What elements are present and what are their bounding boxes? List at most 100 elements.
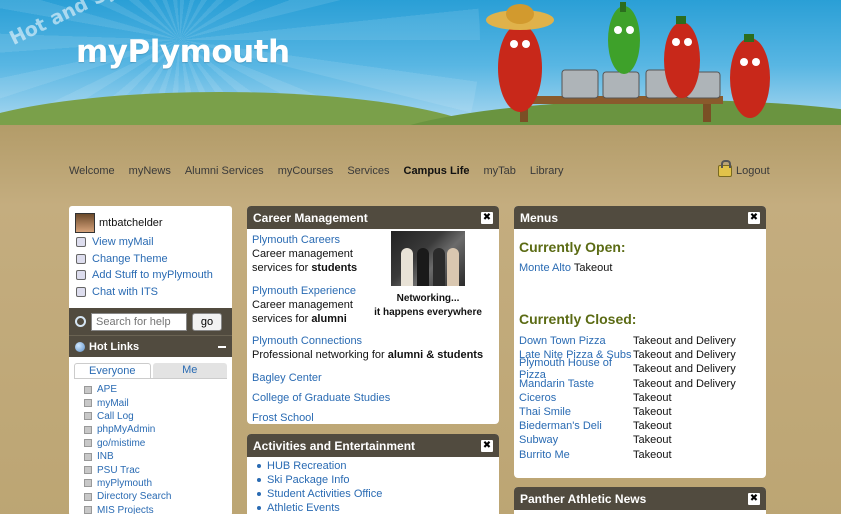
list-item: HUB Recreation — [257, 459, 499, 473]
restaurant-status: Takeout — [633, 420, 672, 433]
menu-row: Ciceros Takeout — [519, 391, 761, 405]
logout-link[interactable]: Logout — [718, 160, 770, 177]
career-item: Plymouth Connections Professional networ… — [252, 334, 494, 362]
tab-everyone[interactable]: Everyone — [74, 363, 151, 378]
college-of-graduate-studies-link[interactable]: College of Graduate Studies — [252, 392, 390, 404]
hot-link[interactable]: PSU Trac — [97, 465, 140, 476]
tab-me[interactable]: Me — [152, 363, 227, 378]
list-item: APE — [84, 383, 227, 396]
site-logo[interactable]: myPlymouth — [76, 34, 290, 70]
hot-link[interactable]: APE — [97, 384, 117, 395]
close-icon[interactable]: ✖ — [481, 439, 493, 452]
list-item: Call Log — [84, 410, 227, 423]
bagley-center-link[interactable]: Bagley Center — [252, 372, 322, 384]
nav-item-services[interactable]: Services — [347, 165, 389, 177]
menus-panel: Menus ✖ Currently Open: Monte Alto Takeo… — [514, 206, 766, 478]
activities-panel: Activities and Entertainment ✖ HUB Recre… — [247, 434, 499, 514]
nav-item-mytab[interactable]: myTab — [484, 165, 516, 177]
change-theme-link[interactable]: Change Theme — [92, 253, 168, 265]
hot-links-tabs: Everyone Me — [69, 357, 232, 378]
hot-link[interactable]: myMail — [97, 398, 129, 409]
nav-item-mycourses[interactable]: myCourses — [278, 165, 334, 177]
hot-link[interactable]: myPlymouth — [97, 478, 152, 489]
restaurant-link[interactable]: Mandarin Taste — [519, 378, 633, 390]
menu-row: Mandarin Taste Takeout and Delivery — [519, 377, 761, 391]
nav-item-library[interactable]: Library — [530, 165, 564, 177]
menu-row: Plymouth House of Pizza Takeout and Deliv… — [519, 357, 761, 381]
restaurant-link[interactable]: Thai Smile — [519, 406, 633, 418]
plymouth-connections-link[interactable]: Plymouth Connections — [252, 335, 362, 347]
nav-item-campus-life[interactable]: Campus Life — [404, 165, 470, 177]
open-heading: Currently Open: — [519, 239, 626, 255]
panel-header: Panther Athletic News ✖ — [514, 487, 766, 510]
hot-links-list: APE myMail Call Log phpMyAdmin go/mistim… — [74, 378, 227, 514]
close-icon[interactable]: ✖ — [748, 492, 760, 505]
menu-row: Thai Smile Takeout — [519, 405, 761, 419]
list-item: go/mistime — [84, 437, 227, 450]
restaurant-status: Takeout and Delivery — [633, 377, 736, 390]
restaurant-status: Takeout and Delivery — [633, 335, 736, 348]
list-item: Student Activities Office — [257, 487, 499, 501]
close-icon[interactable]: ✖ — [481, 211, 493, 224]
search-input[interactable] — [91, 312, 187, 331]
restaurant-link[interactable]: Burrito Me — [519, 449, 633, 461]
hot-link[interactable]: go/mistime — [97, 438, 145, 449]
restaurant-status: Takeout and Delivery — [633, 363, 736, 376]
list-item: Ski Package Info — [257, 473, 499, 487]
frost-school-link[interactable]: Frost School — [252, 412, 314, 424]
main-nav: Welcome myNews Alumni Services myCourses… — [69, 165, 578, 177]
nav-item-welcome[interactable]: Welcome — [69, 165, 115, 177]
mail-icon — [76, 237, 86, 248]
menu-row: Subway Takeout — [519, 433, 761, 447]
close-icon[interactable]: ✖ — [748, 211, 760, 224]
career-management-panel: Career Management ✖ Plymouth Careers Car… — [247, 206, 499, 424]
hot-link[interactable]: MIS Projects — [97, 505, 154, 514]
hot-links-header: Hot Links — [69, 335, 232, 357]
collapse-icon[interactable] — [218, 345, 226, 348]
hot-link[interactable]: INB — [97, 451, 114, 462]
photo-caption: Networking... it happens everywhere — [374, 293, 482, 318]
activity-link[interactable]: HUB Recreation — [267, 460, 346, 472]
username: mtbatchelder — [99, 217, 163, 229]
hot-link[interactable]: Call Log — [97, 411, 134, 422]
list-item: Athletic Events — [257, 501, 499, 514]
restaurant-link[interactable]: Ciceros — [519, 392, 633, 404]
view-mymail-link[interactable]: View myMail — [92, 236, 154, 248]
restaurant-link[interactable]: Monte Alto — [519, 262, 571, 274]
activity-link[interactable]: Student Activities Office — [267, 488, 382, 500]
add-stuff-link[interactable]: Add Stuff to myPlymouth — [92, 269, 213, 281]
chili-peppers-illustration — [486, 2, 770, 122]
restaurant-link[interactable]: Down Town Pizza — [519, 335, 633, 347]
avatar — [75, 213, 95, 233]
theme-icon — [76, 253, 86, 264]
list-item: MIS Projects — [84, 504, 227, 514]
plymouth-experience-link[interactable]: Plymouth Experience — [252, 285, 356, 297]
closed-heading: Currently Closed: — [519, 311, 637, 327]
add-icon — [76, 270, 86, 281]
list-item: myPlymouth — [84, 477, 227, 490]
chat-with-its-link[interactable]: Chat with ITS — [92, 286, 158, 298]
hot-link[interactable]: Directory Search — [97, 491, 171, 502]
panel-title: Panther Athletic News — [520, 491, 647, 506]
search-go-button[interactable]: go — [192, 312, 222, 331]
list-item: myMail — [84, 396, 227, 409]
career-audience: alumni & students — [387, 349, 484, 362]
menu-row: Biederman's Deli Takeout — [519, 419, 761, 433]
nav-item-alumni-services[interactable]: Alumni Services — [185, 165, 264, 177]
restaurant-link[interactable]: Biederman's Deli — [519, 420, 633, 432]
sidebar: mtbatchelder View myMail Change Theme Ad… — [69, 206, 232, 514]
plymouth-careers-link[interactable]: Plymouth Careers — [252, 234, 340, 246]
career-audience: alumni — [311, 313, 347, 326]
hot-link[interactable]: phpMyAdmin — [97, 424, 155, 435]
nav-item-mynews[interactable]: myNews — [129, 165, 171, 177]
header-banner: Hot and Spicy! myPlymouth — [0, 0, 841, 145]
panel-header: Menus ✖ — [514, 206, 766, 229]
chat-icon — [76, 286, 86, 297]
activity-link[interactable]: Ski Package Info — [267, 474, 350, 486]
career-desc: Professional networking for — [252, 349, 385, 362]
restaurant-link[interactable]: Subway — [519, 434, 633, 446]
activity-link[interactable]: Athletic Events — [267, 502, 340, 514]
panel-title: Career Management — [253, 210, 368, 225]
panel-header: Activities and Entertainment ✖ — [247, 434, 499, 457]
search-icon — [75, 316, 86, 327]
